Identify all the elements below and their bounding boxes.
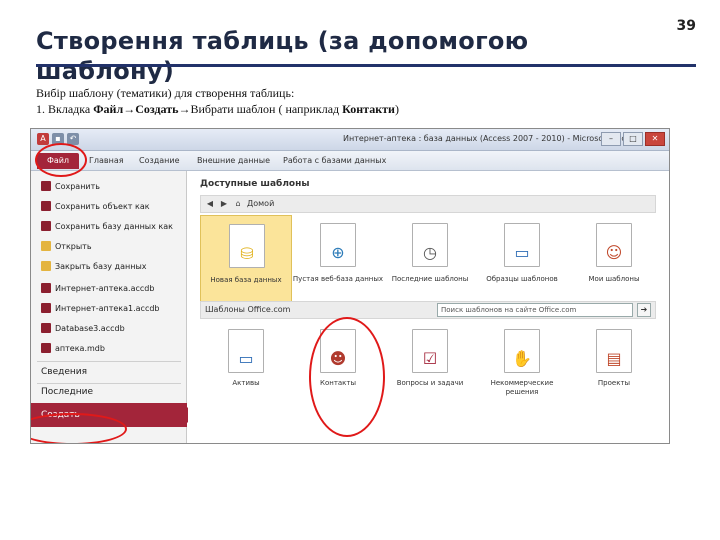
backstage-close-db[interactable]: Закрыть базу данных: [41, 261, 147, 271]
template-nonprofit[interactable]: ✋ Некоммерческие решения: [476, 323, 568, 423]
backstage-save-db-as[interactable]: Сохранить базу данных как: [41, 221, 173, 231]
slide-description: Вибір шаблону (тематики) для створення т…: [36, 85, 399, 117]
db-icon: [41, 283, 51, 293]
slide-title: Створення таблиць (за допомогою шаблону): [36, 27, 529, 85]
ribbon-tabs: Файл Главная Создание Внешние данные Раб…: [31, 151, 669, 171]
title-divider: [36, 64, 696, 67]
window-controls: – □ ✕: [601, 132, 665, 146]
access-screenshot: A ▪ ↶ Интернет-аптека : база данных (Acc…: [30, 128, 670, 444]
templates-panel: Доступные шаблоны ◀ ▶ ⌂ Домой ⛁ Новая ба…: [188, 171, 669, 443]
template-my[interactable]: ☺ Мои шаблоны: [568, 215, 660, 315]
close-db-icon: [41, 261, 51, 271]
back-arrow-icon[interactable]: ◀: [205, 199, 215, 209]
description-line-1: Вибір шаблону (тематики) для створення т…: [36, 86, 295, 100]
window-title: Интернет-аптека : база данных (Access 20…: [343, 134, 639, 143]
minimize-button[interactable]: –: [601, 132, 621, 146]
office-templates-label: Шаблоны Office.com: [205, 305, 291, 314]
save-as-icon: [41, 201, 51, 211]
tab-database-tools[interactable]: Работа с базами данных: [283, 156, 386, 165]
backstage-info[interactable]: Сведения: [41, 367, 87, 377]
office-templates-bar: Шаблоны Office.com Поиск шаблонов на сай…: [200, 301, 656, 319]
monitor-icon: ▭: [238, 349, 254, 368]
tab-home[interactable]: Главная: [89, 156, 124, 165]
available-templates: ⛁ Новая база данных ⊕ Пустая веб-база да…: [200, 215, 656, 315]
folder-icon: [41, 241, 51, 251]
db-icon: [41, 303, 51, 313]
backstage-save-object-as[interactable]: Сохранить объект как: [41, 201, 150, 211]
page-number: 39: [676, 18, 696, 34]
forward-arrow-icon[interactable]: ▶: [219, 199, 229, 209]
web-database-icon: ⊕: [331, 243, 345, 262]
recent-file-2[interactable]: Интернет-аптека1.accdb: [41, 303, 160, 313]
checklist-icon: ☑: [422, 349, 438, 368]
person-icon: ☺: [605, 243, 623, 262]
templates-nav: ◀ ▶ ⌂ Домой: [200, 195, 656, 213]
maximize-button[interactable]: □: [623, 132, 643, 146]
access-logo-icon: A: [37, 133, 49, 145]
template-recent[interactable]: ◷ Последние шаблоны: [384, 215, 476, 315]
close-button[interactable]: ✕: [645, 132, 665, 146]
db-icon: [41, 343, 51, 353]
backstage-save[interactable]: Сохранить: [41, 181, 100, 191]
project-icon: ▤: [606, 349, 622, 368]
save-icon: [41, 181, 51, 191]
recent-file-1[interactable]: Интернет-аптека.accdb: [41, 283, 154, 293]
search-go-icon[interactable]: ➔: [637, 303, 651, 317]
db-icon: [41, 323, 51, 333]
recent-file-4[interactable]: аптека.mdb: [41, 343, 105, 353]
template-blank-web-db[interactable]: ⊕ Пустая веб-база данных: [292, 215, 384, 315]
database-icon: ⛁: [240, 244, 254, 263]
annotation-circle-contacts: [309, 317, 385, 437]
tab-external-data[interactable]: Внешние данные: [197, 156, 270, 165]
backstage-recent[interactable]: Последние: [41, 387, 93, 397]
office-search-input[interactable]: Поиск шаблонов на сайте Office.com: [437, 303, 633, 317]
backstage-menu: Сохранить Сохранить объект как Сохранить…: [31, 171, 195, 443]
template-assets[interactable]: ▭ Активы: [200, 323, 292, 423]
home-icon[interactable]: ⌂: [233, 199, 243, 209]
annotation-circle-file: [35, 143, 87, 177]
template-samples[interactable]: ▭ Образцы шаблонов: [476, 215, 568, 315]
backstage-open[interactable]: Открыть: [41, 241, 92, 251]
clock-icon: ◷: [423, 243, 437, 262]
description-line-2: 1. Вкладка Файл→Создать→Вибрати шаблон (…: [36, 102, 399, 116]
template-issues[interactable]: ☑ Вопросы и задачи: [384, 323, 476, 423]
monitor-icon: ▭: [514, 243, 530, 262]
menu-divider: [37, 383, 181, 384]
recent-file-3[interactable]: Database3.accdb: [41, 323, 125, 333]
tab-create[interactable]: Создание: [139, 156, 180, 165]
home-link[interactable]: Домой: [247, 199, 274, 208]
hand-icon: ✋: [512, 349, 532, 368]
templates-heading: Доступные шаблоны: [200, 179, 310, 189]
template-new-database[interactable]: ⛁ Новая база данных: [200, 215, 292, 315]
office-templates: ▭ Активы ☻ Контакты ☑ Вопросы и задачи ✋…: [200, 323, 656, 423]
annotation-circle-create: [31, 413, 127, 443]
menu-divider: [37, 361, 181, 362]
window-titlebar: A ▪ ↶ Интернет-аптека : база данных (Acc…: [31, 129, 669, 151]
save-db-icon: [41, 221, 51, 231]
template-projects[interactable]: ▤ Проекты: [568, 323, 660, 423]
